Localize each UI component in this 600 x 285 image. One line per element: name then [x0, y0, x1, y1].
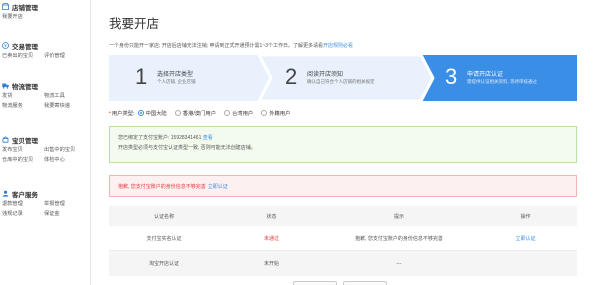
- sidebar-section-header[interactable]: ¥ 交易管理: [2, 40, 88, 51]
- alipay-account-text: 您已绑定了支付宝账户: 15928341461: [118, 135, 202, 141]
- table-row: 淘宝开店认证 未开始 ---: [109, 251, 577, 276]
- sidebar-section-title: 物流管理: [12, 83, 38, 91]
- step-title: 阅读开店须知: [307, 72, 344, 78]
- radio-unchecked-icon: [224, 110, 230, 116]
- notice-line: 开店类型必须与支付宝认证类型一致, 否则可能无法创建店铺。: [118, 145, 256, 151]
- sidebar-item-express[interactable]: 我要寄快递: [44, 102, 88, 109]
- sidebar-item-reports[interactable]: 举报管理: [44, 200, 88, 207]
- alipay-bound-notice: 您已绑定了支付宝账户: 15928341461 查看 开店类型必须与支付宝认证类…: [109, 126, 577, 163]
- error-text: 抱歉, 您支付宝账户的身份信息不够完善: [118, 183, 206, 190]
- verify-now-action[interactable]: 立即认证: [474, 235, 577, 242]
- service-icon: [2, 190, 9, 197]
- page-title: 我要开店: [109, 17, 160, 31]
- sidebar-section-trade: ¥ 交易管理 已卖出的宝贝 评价管理: [0, 40, 88, 59]
- shop-icon: [2, 3, 9, 10]
- radio-checked-icon: [137, 110, 144, 116]
- sidebar-section-title: 交易管理: [12, 43, 38, 51]
- column-header-tip: 提示: [393, 213, 404, 220]
- sidebar-item-on-sale[interactable]: 出售中的宝贝: [44, 146, 88, 153]
- rules-link[interactable]: 开店规则必看: [323, 43, 353, 49]
- cell-name: 淘宝开店认证: [148, 261, 179, 267]
- sidebar-section-header[interactable]: 店铺管理: [2, 1, 88, 12]
- column-header-name: 认证名称: [153, 213, 174, 220]
- cell-tip: ---: [396, 260, 402, 267]
- sidebar-section-title: 店铺管理: [12, 4, 38, 12]
- step-number: 2: [285, 64, 298, 89]
- notice-line: 您已绑定了支付宝账户: 15928341461 查看: [118, 133, 568, 143]
- cell-status: 未通过: [263, 235, 279, 242]
- sidebar-item-reviews[interactable]: 评价管理: [44, 52, 88, 59]
- table-header-row: 认证名称 状态 提示 操作: [109, 206, 577, 226]
- user-type-radio-taiwan[interactable]: 台湾用户: [224, 109, 253, 117]
- svg-text:¥: ¥: [4, 43, 7, 48]
- user-type-row: • 用户类型: 中国大陆 香港/澳门用户 台湾用户 外籍用户: [109, 109, 298, 117]
- error-notice: 抱歉, 您支付宝账户的身份信息不够完善 立即认证: [109, 175, 577, 197]
- trade-icon: ¥: [2, 42, 9, 49]
- bottom-button-right[interactable]: [343, 281, 387, 285]
- goods-icon: [2, 136, 9, 143]
- sidebar-item-warehouse[interactable]: 仓库中的宝贝: [2, 156, 44, 163]
- table-row: 支付宝实名认证 未通过 抱歉, 您支付宝账户的身份信息不够完善 立即认证: [109, 226, 577, 251]
- verification-table: 认证名称 状态 提示 操作 支付宝实名认证 未通过 抱歉, 您支付宝账户的身份信…: [109, 206, 577, 276]
- cell-tip: 抱歉, 您支付宝账户的身份信息不够完善: [355, 235, 443, 242]
- required-mark: •: [109, 110, 111, 116]
- step-desc: 个人店铺, 企业店铺: [157, 79, 196, 84]
- bottom-button-left[interactable]: [293, 281, 337, 285]
- sidebar-item-violations[interactable]: 违规记录: [2, 210, 44, 217]
- step-desc: 需提供认证相关资料, 等待审核通过: [467, 79, 537, 84]
- sidebar-section-header[interactable]: 宝贝管理: [2, 134, 88, 145]
- intro-text-body: 一个身份只能开一家店; 开店后店铺无法注销; 申请到正式开通预计需1~3个工作日…: [109, 43, 324, 49]
- radio-label: 中国大陆: [145, 111, 167, 117]
- view-link[interactable]: 查看: [203, 135, 213, 141]
- main-content: 我要开店 一个身份只能开一家店; 开店后店铺无法注销; 申请到正式开通预计需1~…: [108, 0, 600, 285]
- sidebar-item-logistics-tools[interactable]: 物流工具: [44, 92, 88, 99]
- step-3-active: 3 申请开店认证 需提供认证相关资料, 等待审核通过: [431, 55, 577, 101]
- step-number: 3: [445, 64, 458, 89]
- sidebar-section-title: 宝贝管理: [12, 137, 38, 145]
- radio-unchecked-icon: [174, 110, 181, 116]
- user-type-radio-foreign[interactable]: 外籍用户: [261, 109, 290, 117]
- sidebar-item-checkup[interactable]: 体检中心: [44, 156, 88, 163]
- sidebar-section-logistics: 物流管理 发货 物流工具 物流服务 我要寄快递: [0, 80, 88, 109]
- sidebar-section-header[interactable]: 客户服务: [2, 188, 88, 199]
- sidebar-item-deposit[interactable]: 保证金: [44, 210, 88, 217]
- radio-label: 香港/澳门用户: [182, 111, 216, 117]
- sidebar-item-logistics-service[interactable]: 物流服务: [2, 102, 44, 109]
- user-type-radio-hk-macau[interactable]: 香港/澳门用户: [174, 109, 216, 117]
- step-title: 选择开店类型: [157, 72, 194, 78]
- sidebar-section-header[interactable]: 物流管理: [2, 80, 88, 91]
- radio-label: 外籍用户: [269, 111, 291, 117]
- sidebar-section-goods: 宝贝管理 发布宝贝 出售中的宝贝 仓库中的宝贝 体检中心: [0, 134, 88, 163]
- step-number: 1: [135, 64, 148, 89]
- sidebar-section-service: 客户服务 退款管理 举报管理 违规记录 保证金: [0, 188, 88, 217]
- sidebar-section-title: 客户服务: [12, 191, 38, 199]
- sidebar-item-refunds[interactable]: 退款管理: [2, 200, 44, 207]
- cell-name: 支付宝实名认证: [146, 235, 182, 242]
- step-title: 申请开店认证: [467, 72, 504, 78]
- sidebar-section-shop: 店铺管理 我要开店: [0, 1, 88, 20]
- step-2: 2 阅读开店须知 确认自己符合个人店铺的相关规定: [269, 55, 424, 101]
- truck-icon: [2, 82, 9, 89]
- step-desc: 确认自己符合个人店铺的相关规定: [307, 79, 375, 84]
- sidebar-item-sold[interactable]: 已卖出的宝贝: [2, 52, 44, 59]
- bottom-buttons: [293, 281, 387, 285]
- sidebar-item-open-shop[interactable]: 我要开店: [2, 13, 44, 20]
- cell-status: 未开始: [263, 261, 279, 267]
- sidebar-item-publish[interactable]: 发布宝贝: [2, 146, 44, 153]
- column-header-status: 状态: [266, 213, 277, 220]
- column-header-action: 操作: [520, 213, 531, 220]
- user-type-label: 用户类型:: [111, 111, 135, 117]
- sidebar: 店铺管理 我要开店 ¥ 交易管理 已卖出的宝贝 评价管理 物流管理 发货 物流工…: [0, 0, 91, 285]
- radio-label: 台湾用户: [232, 111, 254, 117]
- intro-text: 一个身份只能开一家店; 开店后店铺无法注销; 申请到正式开通预计需1~3个工作日…: [109, 42, 353, 49]
- verify-now-link[interactable]: 立即认证: [208, 183, 228, 190]
- step-1: 1 选择开店类型 个人店铺, 企业店铺: [109, 55, 264, 101]
- user-type-radio-mainland[interactable]: 中国大陆: [137, 109, 167, 117]
- sidebar-item-ship[interactable]: 发货: [2, 92, 44, 99]
- radio-unchecked-icon: [261, 110, 268, 116]
- step-progress: 1 选择开店类型 个人店铺, 企业店铺 2 阅读开店须知 确认自己符合个人店铺的…: [109, 55, 577, 101]
